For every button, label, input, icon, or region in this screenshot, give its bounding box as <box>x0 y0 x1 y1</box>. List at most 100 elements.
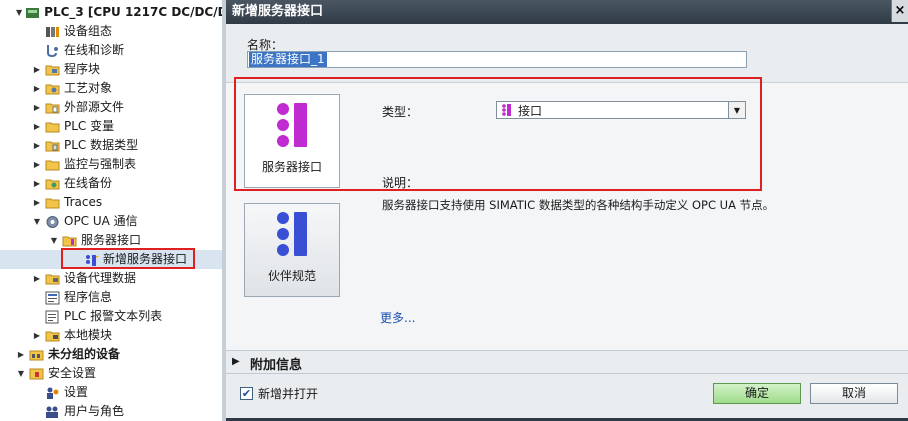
folder-icon <box>45 158 60 172</box>
security-settings-icon <box>29 367 44 381</box>
tree-item-add-server-interface[interactable]: 新增服务器接口 <box>0 250 222 269</box>
type-dropdown-value: 接口 <box>518 103 543 118</box>
folder-icon <box>45 329 60 343</box>
tree-item-external-sources[interactable]: ▶ 外部源文件 <box>0 98 222 117</box>
plc-cpu-icon <box>25 6 40 20</box>
expand-right-icon[interactable]: ▶ <box>32 122 42 132</box>
expand-down-icon[interactable]: ▼ <box>49 236 59 246</box>
tree-item-watch-force-tables[interactable]: ▶ 监控与强制表 <box>0 155 222 174</box>
tree-item-plc-tags[interactable]: ▶ PLC 变量 <box>0 117 222 136</box>
dialog-title: 新增服务器接口 <box>232 4 324 19</box>
folder-icon <box>45 196 60 210</box>
more-link[interactable]: 更多... <box>380 309 415 326</box>
tile-label: 服务器接口 <box>261 160 322 174</box>
expand-right-icon[interactable]: ▶ <box>32 160 42 170</box>
type-tile-server-interface[interactable]: 服务器接口 <box>244 94 340 188</box>
tree-item-label: PLC 变量 <box>64 119 115 133</box>
description-label: 说明： <box>382 176 419 190</box>
tree-item-label: 监控与强制表 <box>64 157 137 171</box>
expand-right-icon[interactable]: ▶ <box>32 179 42 189</box>
tree-item-traces[interactable]: ▶ Traces <box>0 193 222 212</box>
expand-right-icon[interactable]: ▶ <box>32 198 42 208</box>
type-tile-companion-spec[interactable]: 伙伴规范 <box>244 203 340 297</box>
tree-item-plc3[interactable]: ▼ PLC_3 [CPU 1217C DC/DC/DC] <box>0 3 222 22</box>
folder-icon <box>45 120 60 134</box>
expand-right-icon[interactable]: ▶ <box>32 65 42 75</box>
expand-down-icon[interactable]: ▼ <box>16 8 22 18</box>
type-selection-panel: 服务器接口 伙伴规范 类型： 接口 ▼ 说明： 服务器接口支持使用 SIMATI… <box>226 77 908 351</box>
folder-icon <box>45 82 60 96</box>
tree-item-label: PLC 数据类型 <box>64 138 139 152</box>
users-roles-icon <box>45 405 60 419</box>
additional-info-section[interactable]: ▶ 附加信息 <box>226 350 908 374</box>
dialog-footer: ✔ 新增并打开 确定 取消 <box>226 374 908 421</box>
tree-item-device-proxy-data[interactable]: ▶ 设备代理数据 <box>0 269 222 288</box>
add-and-open-label: 新增并打开 <box>258 387 319 401</box>
tree-item-server-interfaces[interactable]: ▼ 服务器接口 <box>0 231 222 250</box>
tree-item-label: 设备代理数据 <box>64 271 137 285</box>
tree-item-label: 未分组的设备 <box>48 347 121 361</box>
type-label: 类型： <box>382 105 419 119</box>
tree-item-label: Traces <box>64 195 103 209</box>
tree-item-label: 在线和诊断 <box>64 43 125 57</box>
type-dropdown[interactable]: 接口 ▼ <box>496 101 746 119</box>
folder-icon <box>45 101 60 115</box>
folder-icon <box>62 234 77 248</box>
tree-item-label: PLC_3 [CPU 1217C DC/DC/DC] <box>44 5 222 19</box>
cancel-button[interactable]: 取消 <box>810 383 898 404</box>
tree-item-plc-data-types[interactable]: ▶ PLC 数据类型 <box>0 136 222 155</box>
tree-item-label: 用户与角色 <box>64 404 125 418</box>
device-config-icon <box>45 25 60 39</box>
tree-item-settings[interactable]: 设置 <box>0 383 222 402</box>
expand-right-icon[interactable]: ▶ <box>32 274 42 284</box>
program-info-icon <box>45 291 60 305</box>
name-input[interactable]: 服务器接口_1 <box>247 51 747 68</box>
add-server-interface-dialog: 新增服务器接口 × 名称： 服务器接口_1 服务器接口 伙伴规范 类型： 接口 … <box>226 0 908 421</box>
tree-item-users-roles[interactable]: 用户与角色 <box>0 402 222 421</box>
users-settings-icon <box>45 386 60 400</box>
server-interface-icon <box>277 103 311 147</box>
tree-item-opcua[interactable]: ▼ OPC UA 通信 <box>0 212 222 231</box>
tree-item-label: 新增服务器接口 <box>103 252 188 266</box>
expand-right-icon[interactable]: ▶ <box>32 141 42 151</box>
expand-right-icon[interactable]: ▶ <box>16 350 26 360</box>
add-interface-icon <box>84 252 99 267</box>
additional-info-label: 附加信息 <box>250 358 303 373</box>
dialog-titlebar[interactable]: 新增服务器接口 × <box>226 0 908 24</box>
tree-item-program-blocks[interactable]: ▶ 程序块 <box>0 60 222 79</box>
folder-icon <box>45 177 60 191</box>
chevron-down-icon[interactable]: ▼ <box>728 102 745 118</box>
name-input-value: 服务器接口_1 <box>249 52 327 67</box>
ok-button[interactable]: 确定 <box>713 383 801 404</box>
expand-right-icon[interactable]: ▶ <box>32 331 42 341</box>
tree-item-alarm-text-lists[interactable]: PLC 报警文本列表 <box>0 307 222 326</box>
expand-down-icon[interactable]: ▼ <box>16 369 26 379</box>
close-button[interactable]: × <box>891 0 908 22</box>
tree-item-online-backups[interactable]: ▶ 在线备份 <box>0 174 222 193</box>
tree-item-label: 本地模块 <box>64 328 113 342</box>
add-and-open-checkbox[interactable]: ✔ <box>240 387 253 400</box>
tree-item-online-diagnostics[interactable]: 在线和诊断 <box>0 41 222 60</box>
tree-item-label: 安全设置 <box>48 366 97 380</box>
tree-item-security-settings[interactable]: ▼ 安全设置 <box>0 364 222 383</box>
expand-down-icon[interactable]: ▼ <box>32 217 42 227</box>
tree-item-label: 设置 <box>64 385 89 399</box>
expand-right-icon[interactable]: ▶ <box>32 84 42 94</box>
alarm-text-icon <box>45 310 60 324</box>
tree-item-label: PLC 报警文本列表 <box>64 309 163 323</box>
tree-item-label: 设备组态 <box>64 24 113 38</box>
tree-item-technology-objects[interactable]: ▶ 工艺对象 <box>0 79 222 98</box>
tree-item-program-info[interactable]: 程序信息 <box>0 288 222 307</box>
expand-right-icon[interactable]: ▶ <box>32 103 42 113</box>
tree-item-local-modules[interactable]: ▶ 本地模块 <box>0 326 222 345</box>
tree-item-label: 工艺对象 <box>64 81 113 95</box>
tree-item-device-config[interactable]: 设备组态 <box>0 22 222 41</box>
tile-label: 伙伴规范 <box>267 269 316 283</box>
tree-item-label: 程序块 <box>64 62 101 76</box>
tree-item-ungrouped-devices[interactable]: ▶ 未分组的设备 <box>0 345 222 364</box>
ungrouped-devices-icon <box>29 348 44 362</box>
expand-right-icon[interactable]: ▶ <box>232 356 240 367</box>
interface-type-icon <box>502 104 512 116</box>
tree-item-label: OPC UA 通信 <box>64 214 138 228</box>
online-diagnostics-icon <box>45 44 60 58</box>
